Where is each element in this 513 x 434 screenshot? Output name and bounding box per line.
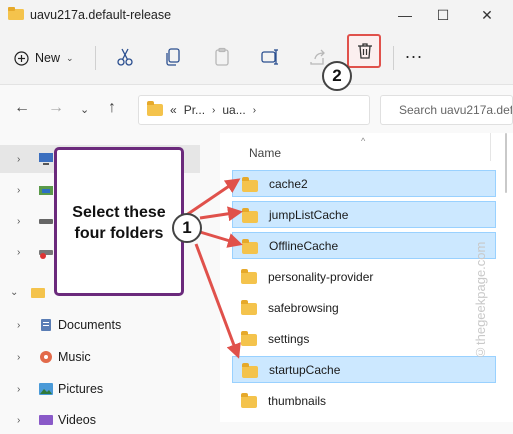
- expand-chevron-icon[interactable]: ›: [17, 415, 20, 426]
- folder-row[interactable]: settings: [232, 325, 496, 352]
- watermark: ©thegeekpage.com: [473, 241, 488, 360]
- nav-item-documents[interactable]: › Documents: [0, 311, 200, 339]
- nav-item-pictures[interactable]: › Pictures: [0, 375, 200, 403]
- chevron-down-icon: ⌄: [66, 52, 74, 63]
- minimize-button[interactable]: —: [390, 4, 420, 26]
- documents-icon: [41, 319, 51, 331]
- paste-icon[interactable]: [212, 47, 232, 67]
- folder-icon: [147, 101, 163, 116]
- expand-chevron-icon[interactable]: ›: [17, 247, 20, 258]
- forward-arrow-icon[interactable]: →: [48, 99, 64, 117]
- close-button[interactable]: ✕: [472, 4, 502, 26]
- videos-icon: [39, 415, 53, 425]
- nav-item-label: Documents: [58, 318, 122, 332]
- address-overflow[interactable]: «: [170, 103, 177, 117]
- folder-name: personality-provider: [268, 269, 374, 284]
- cut-icon[interactable]: [115, 47, 135, 67]
- column-header-name[interactable]: Name: [249, 146, 281, 160]
- file-list: ^ Name cache2 jumpListCache OfflineCache…: [220, 133, 513, 422]
- column-divider: [490, 133, 491, 161]
- recent-chevron-icon[interactable]: ⌄: [80, 103, 89, 116]
- search-box[interactable]: Search uavu217a.default-release: [380, 95, 513, 125]
- step-1-badge: 1: [172, 213, 202, 243]
- expand-chevron-icon[interactable]: ›: [17, 384, 20, 395]
- folder-name: OfflineCache: [269, 238, 339, 253]
- pictures-icon: [39, 383, 53, 395]
- sort-ascending-icon: ^: [361, 136, 366, 146]
- title-bar: uavu217a.default-release — ☐ ✕: [0, 0, 513, 30]
- folder-name: startupCache: [269, 362, 341, 377]
- collapse-chevron-icon[interactable]: ⌄: [10, 287, 18, 298]
- share-icon[interactable]: [308, 47, 328, 67]
- toolbar-divider: [393, 46, 394, 70]
- folder-row[interactable]: cache2: [232, 170, 496, 197]
- folder-name: thumbnails: [268, 393, 327, 408]
- folder-name: cache2: [269, 176, 308, 191]
- folder-icon: [241, 331, 257, 346]
- folder-icon: [8, 7, 24, 20]
- folder-icon: [241, 269, 257, 284]
- disconnected-drive-icon: [39, 250, 53, 259]
- toolbar-divider: [95, 46, 96, 70]
- trash-icon[interactable]: [355, 41, 375, 61]
- more-options-button[interactable]: ...: [405, 42, 423, 63]
- plus-icon: [14, 50, 29, 66]
- expand-chevron-icon[interactable]: ›: [17, 216, 20, 227]
- music-icon: [40, 351, 52, 363]
- nav-item-label: Pictures: [58, 382, 104, 396]
- copy-icon[interactable]: [163, 47, 183, 67]
- folder-row[interactable]: safebrowsing: [232, 294, 496, 321]
- folder-icon: [241, 393, 257, 408]
- folder-row[interactable]: personality-provider: [232, 263, 496, 290]
- new-label: New: [35, 51, 61, 65]
- rename-icon[interactable]: [260, 47, 280, 67]
- nav-item-label: Videos: [58, 413, 96, 427]
- breadcrumb-segment[interactable]: Pr...: [184, 103, 205, 117]
- network-icon: [39, 186, 53, 195]
- computer-icon: [39, 153, 53, 165]
- folder-row[interactable]: jumpListCache: [232, 201, 496, 228]
- nav-item-label: Music: [58, 350, 91, 364]
- search-placeholder: Search uavu217a.default-release: [399, 103, 513, 117]
- chevron-right-icon: ›: [252, 104, 257, 116]
- nav-item-music[interactable]: › Music: [0, 343, 200, 371]
- breadcrumb-segment[interactable]: ua...: [222, 103, 245, 117]
- navigation-bar: ← → ⌄ ↑ « Pr... › ua... › Search uavu217…: [0, 85, 513, 133]
- folder-icon: [242, 363, 258, 378]
- folder-name: settings: [268, 331, 310, 346]
- instruction-callout: Select these four folders: [54, 147, 184, 296]
- scrollbar-thumb[interactable]: [505, 133, 507, 193]
- drive-icon: [39, 219, 53, 224]
- folder-name: jumpListCache: [269, 207, 349, 222]
- nav-item-videos[interactable]: › Videos: [0, 406, 200, 434]
- command-bar: New ⌄ ...: [0, 30, 513, 85]
- window-title: uavu217a.default-release: [30, 8, 172, 22]
- folder-icon: [242, 239, 258, 254]
- folder-row[interactable]: OfflineCache: [232, 232, 496, 259]
- expand-chevron-icon[interactable]: ›: [17, 185, 20, 196]
- folder-row[interactable]: thumbnails: [232, 387, 496, 414]
- expand-chevron-icon[interactable]: ›: [17, 320, 20, 331]
- chevron-right-icon: ›: [212, 104, 216, 116]
- libraries-icon: [31, 288, 45, 298]
- folder-icon: [242, 208, 258, 223]
- expand-chevron-icon[interactable]: ›: [17, 154, 20, 165]
- address-bar[interactable]: « Pr... › ua... ›: [138, 95, 370, 125]
- maximize-button[interactable]: ☐: [428, 4, 458, 26]
- folder-icon: [241, 300, 257, 315]
- new-button[interactable]: New ⌄: [14, 45, 74, 71]
- folder-row[interactable]: startupCache: [232, 356, 496, 383]
- up-arrow-icon[interactable]: ↑: [108, 99, 116, 117]
- folder-name: safebrowsing: [268, 300, 339, 315]
- expand-chevron-icon[interactable]: ›: [17, 352, 20, 363]
- folder-icon: [242, 177, 258, 192]
- step-2-badge: 2: [322, 61, 352, 91]
- back-arrow-icon[interactable]: ←: [14, 99, 30, 117]
